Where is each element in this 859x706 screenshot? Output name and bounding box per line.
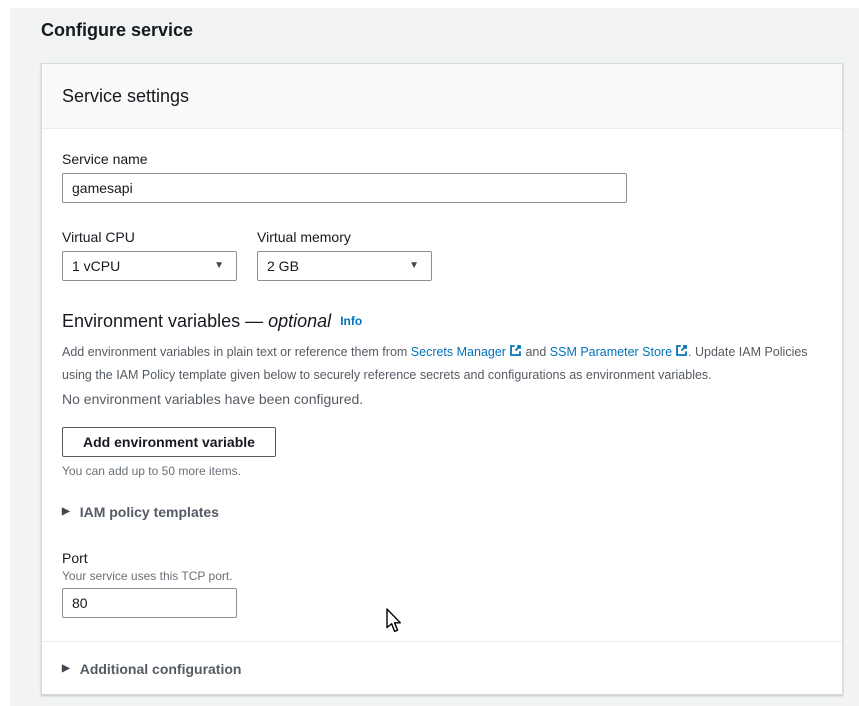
additional-configuration-expander[interactable]: ▶ Additional configuration (62, 660, 822, 678)
external-link-icon (675, 344, 688, 357)
virtual-memory-label: Virtual memory (257, 227, 432, 247)
card-footer: ▶ Additional configuration (42, 641, 842, 694)
external-link-icon (509, 344, 522, 357)
virtual-cpu-field: Virtual CPU 1 vCPU ▼ (62, 227, 237, 281)
virtual-cpu-selected-value: 1 vCPU (72, 258, 120, 274)
virtual-memory-field: Virtual memory 2 GB ▼ (257, 227, 432, 281)
caret-down-icon: ▼ (214, 261, 224, 271)
port-input[interactable] (62, 588, 237, 618)
environment-description: Add environment variables in plain text … (62, 341, 832, 387)
environment-variables-heading-text: Environment variables (62, 311, 240, 331)
page-title: Configure service (41, 19, 859, 41)
console-content-area: Configure service Service settings Servi… (10, 8, 859, 706)
virtual-cpu-select[interactable]: 1 vCPU ▼ (62, 251, 237, 281)
cpu-memory-row: Virtual CPU 1 vCPU ▼ Virtual memory 2 GB… (62, 227, 822, 281)
expander-triangle-icon: ▶ (62, 664, 70, 674)
additional-configuration-label: Additional configuration (80, 660, 242, 678)
ssm-parameter-store-link[interactable]: SSM Parameter Store (550, 345, 672, 359)
iam-policy-templates-expander[interactable]: ▶ IAM policy templates (62, 503, 822, 521)
secrets-manager-link[interactable]: Secrets Manager (411, 345, 506, 359)
iam-policy-templates-label: IAM policy templates (80, 503, 219, 521)
virtual-memory-selected-value: 2 GB (267, 258, 299, 274)
service-settings-card: Service settings Service name Virtual CP… (41, 63, 843, 695)
environment-limit-note: You can add up to 50 more items. (62, 463, 822, 479)
virtual-cpu-label: Virtual CPU (62, 227, 237, 247)
description-text: Add environment variables in plain text … (62, 345, 411, 359)
card-body: Service name Virtual CPU 1 vCPU ▼ Virtua… (42, 129, 842, 618)
description-text: and (522, 345, 550, 359)
port-label: Port (62, 549, 822, 567)
virtual-memory-select[interactable]: 2 GB ▼ (257, 251, 432, 281)
card-header-title: Service settings (62, 84, 822, 108)
environment-variables-heading: Environment variables — optional Info (62, 309, 822, 333)
caret-down-icon: ▼ (409, 261, 419, 271)
port-description: Your service uses this TCP port. (62, 568, 822, 584)
service-name-input[interactable] (62, 173, 627, 203)
add-environment-variable-button[interactable]: Add environment variable (62, 427, 276, 457)
environment-empty-state: No environment variables have been confi… (62, 388, 822, 410)
heading-dash: — (245, 311, 268, 331)
info-link[interactable]: Info (340, 314, 362, 328)
service-name-label: Service name (62, 149, 822, 169)
card-header: Service settings (42, 64, 842, 129)
expander-triangle-icon: ▶ (62, 507, 70, 517)
optional-label: optional (268, 311, 331, 331)
